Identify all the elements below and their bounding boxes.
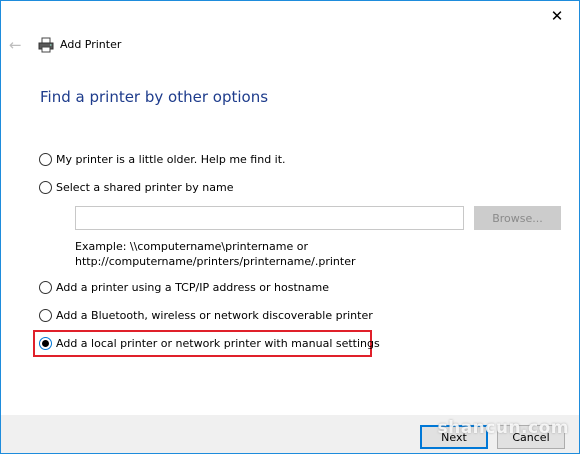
shared-printer-name-input[interactable]	[75, 206, 464, 230]
radio-tcpip-printer[interactable]	[39, 281, 52, 294]
option-shared-printer[interactable]: Select a shared printer by name	[39, 181, 233, 194]
radio-local-printer[interactable]	[39, 337, 52, 350]
add-printer-window: ✕ ← Add Printer Find a printer by other …	[0, 0, 580, 454]
option-tcpip-printer-label: Add a printer using a TCP/IP address or …	[56, 281, 329, 294]
option-older-printer-label: My printer is a little older. Help me fi…	[56, 153, 286, 166]
browse-button[interactable]: Browse...	[474, 206, 561, 230]
radio-bluetooth-printer[interactable]	[39, 309, 52, 322]
example-line-2: http://computername/printers/printername…	[75, 255, 356, 268]
option-local-printer[interactable]: Add a local printer or network printer w…	[39, 337, 380, 350]
option-local-printer-label: Add a local printer or network printer w…	[56, 337, 380, 350]
radio-shared-printer[interactable]	[39, 181, 52, 194]
option-older-printer[interactable]: My printer is a little older. Help me fi…	[39, 153, 286, 166]
window-title: Add Printer	[60, 38, 122, 51]
back-arrow-icon[interactable]: ←	[9, 37, 25, 53]
close-button[interactable]: ✕	[535, 1, 579, 31]
option-bluetooth-printer-label: Add a Bluetooth, wireless or network dis…	[56, 309, 373, 322]
example-text: Example: \\computername\printername or h…	[75, 239, 356, 269]
example-line-1: Example: \\computername\printername or	[75, 240, 308, 253]
option-tcpip-printer[interactable]: Add a printer using a TCP/IP address or …	[39, 281, 329, 294]
watermark: shancun.com	[437, 418, 569, 438]
radio-older-printer[interactable]	[39, 153, 52, 166]
option-bluetooth-printer[interactable]: Add a Bluetooth, wireless or network dis…	[39, 309, 373, 322]
close-icon: ✕	[550, 7, 564, 25]
title-bar: ← Add Printer	[1, 31, 579, 61]
printer-icon	[38, 37, 54, 53]
option-shared-printer-label: Select a shared printer by name	[56, 181, 234, 194]
page-heading: Find a printer by other options	[40, 88, 269, 106]
